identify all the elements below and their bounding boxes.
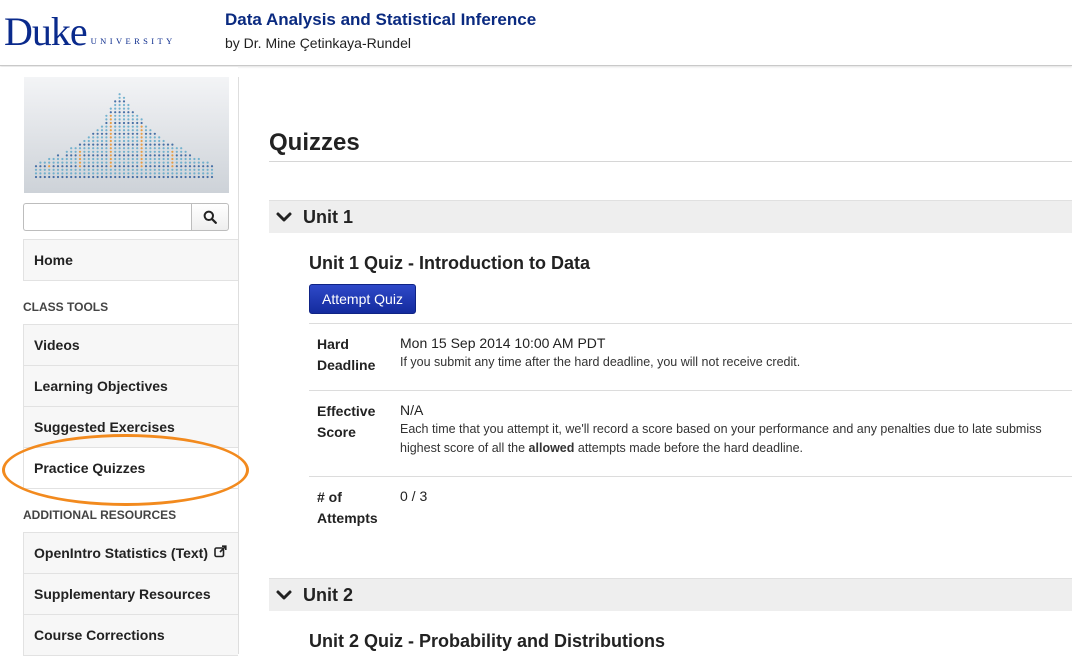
sidebar: Home CLASS TOOLS Videos Learning Objecti… xyxy=(0,67,239,656)
unit-label: Unit 2 xyxy=(303,584,354,605)
hard-deadline-row: Hard Deadline Mon 15 Sep 2014 10:00 AM P… xyxy=(309,323,1072,390)
quiz-title: Unit 2 Quiz - Probability and Distributi… xyxy=(309,631,666,651)
sidebar-item-label: OpenIntro Statistics (Text) xyxy=(34,545,208,561)
attempt-quiz-button[interactable]: Attempt Quiz xyxy=(309,284,416,314)
title-divider xyxy=(269,161,1072,162)
sidebar-item-supplementary-resources[interactable]: Supplementary Resources xyxy=(23,573,238,615)
site-header: Duke UNIVERSITY Data Analysis and Statis… xyxy=(0,0,1072,66)
effective-score-note-2: highest score of all the allowed attempt… xyxy=(400,439,1072,458)
search-icon xyxy=(203,210,217,224)
note-text: highest score of all the xyxy=(400,441,529,455)
chevron-down-icon xyxy=(276,590,292,600)
sidebar-item-label: Supplementary Resources xyxy=(34,586,211,602)
additional-resources-heading: ADDITIONAL RESOURCES xyxy=(23,508,177,522)
sidebar-item-label: Learning Objectives xyxy=(34,378,168,394)
sidebar-item-label: Home xyxy=(34,252,73,268)
logo-wordmark: Duke xyxy=(4,9,88,54)
search-input[interactable] xyxy=(23,203,191,231)
effective-score-value: N/A xyxy=(400,402,424,418)
effective-score-note: Each time that you attempt it, we'll rec… xyxy=(400,422,1042,436)
sidebar-item-label: Videos xyxy=(34,337,80,353)
sidebar-item-course-corrections[interactable]: Course Corrections xyxy=(23,614,238,656)
unit-2-header[interactable]: Unit 2 xyxy=(269,578,1072,611)
sidebar-item-suggested-exercises[interactable]: Suggested Exercises xyxy=(23,406,238,448)
course-banner-image xyxy=(24,77,229,193)
detail-value: Mon 15 Sep 2014 10:00 AM PDT If you subm… xyxy=(400,334,1072,372)
hard-deadline-date: Mon 15 Sep 2014 10:00 AM PDT xyxy=(400,335,606,351)
detail-label: # of Attempts xyxy=(317,489,378,526)
attempts-row: # of Attempts 0 / 3 xyxy=(309,476,1072,548)
page-title: Quizzes xyxy=(269,129,360,156)
hard-deadline-note: If you submit any time after the hard de… xyxy=(400,355,801,369)
chevron-down-icon xyxy=(276,212,292,222)
duke-logo[interactable]: Duke UNIVERSITY xyxy=(4,9,176,54)
detail-value: N/A Each time that you attempt it, we'll… xyxy=(400,401,1072,458)
sidebar-item-label: Practice Quizzes xyxy=(34,460,146,476)
main-content: Quizzes Unit 1 Unit 1 Quiz - Introductio… xyxy=(240,67,1072,654)
detail-value: 0 / 3 xyxy=(400,487,1072,506)
course-title[interactable]: Data Analysis and Statistical Inference xyxy=(225,10,536,30)
note-text: attempts made before the hard deadline. xyxy=(574,441,804,455)
sidebar-item-home[interactable]: Home xyxy=(23,239,238,281)
search-button[interactable] xyxy=(191,203,229,231)
sidebar-item-openintro-statistics[interactable]: OpenIntro Statistics (Text) xyxy=(23,532,238,574)
note-emphasis: allowed xyxy=(528,441,575,455)
sidebar-item-label: Suggested Exercises xyxy=(34,419,175,435)
sidebar-divider xyxy=(238,77,239,654)
detail-label: Effective Score xyxy=(317,403,376,440)
external-link-icon xyxy=(214,545,227,561)
sidebar-item-label: Course Corrections xyxy=(34,627,165,643)
sidebar-item-learning-objectives[interactable]: Learning Objectives xyxy=(23,365,238,407)
sidebar-item-practice-quizzes[interactable]: Practice Quizzes xyxy=(23,447,238,489)
logo-subtitle: UNIVERSITY xyxy=(90,36,176,46)
unit-label: Unit 1 xyxy=(303,206,354,227)
sidebar-item-videos[interactable]: Videos xyxy=(23,324,238,366)
search-bar xyxy=(23,203,229,231)
quiz-title: Unit 1 Quiz - Introduction to Data xyxy=(309,253,590,273)
course-instructor: by Dr. Mine Çetinkaya-Rundel xyxy=(225,35,411,51)
effective-score-row: Effective Score N/A Each time that you a… xyxy=(309,390,1072,476)
unit-1-header[interactable]: Unit 1 xyxy=(269,200,1072,233)
detail-label: Hard Deadline xyxy=(317,336,376,373)
attempts-value: 0 / 3 xyxy=(400,488,428,504)
class-tools-heading: CLASS TOOLS xyxy=(23,300,109,314)
